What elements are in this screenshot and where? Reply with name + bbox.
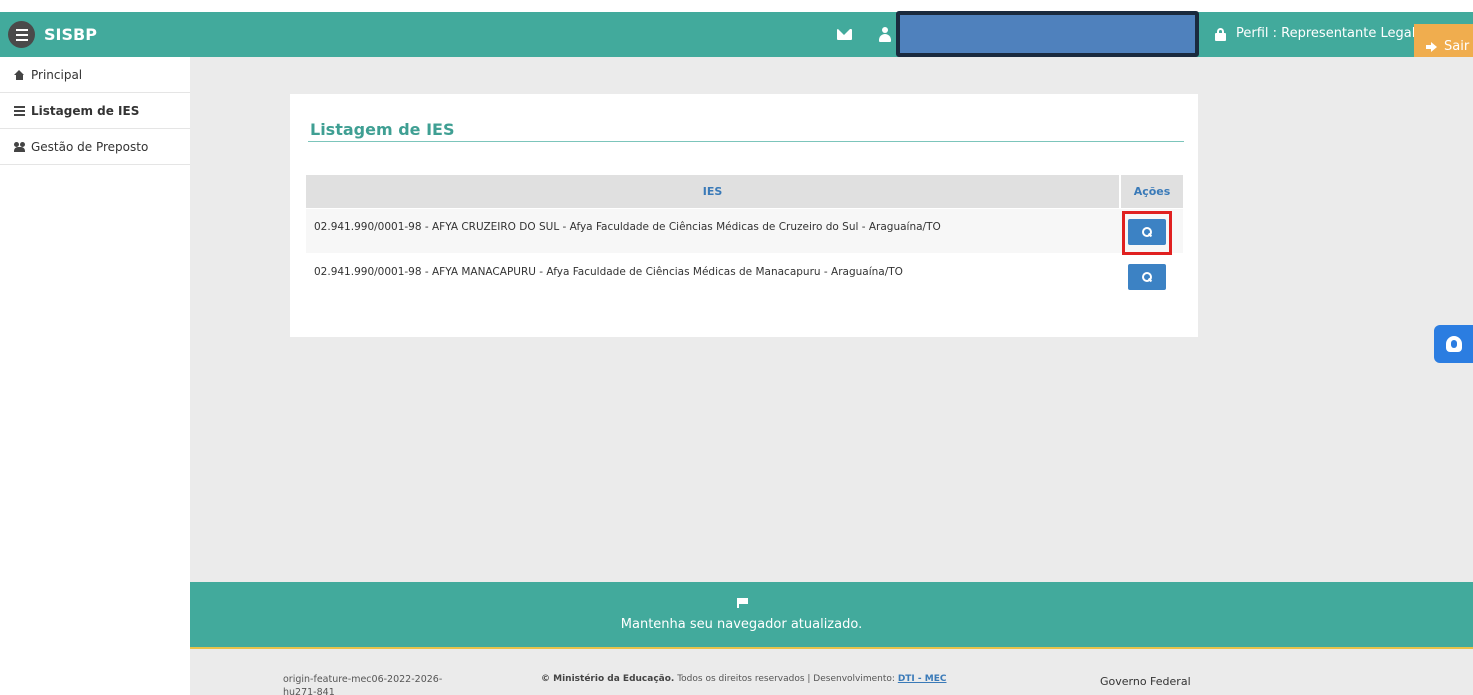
list-icon xyxy=(14,105,25,116)
user-name-redacted xyxy=(896,11,1199,57)
title-divider xyxy=(308,141,1184,142)
sidebar-item-label: Principal xyxy=(31,67,83,82)
sign-language-widget[interactable] xyxy=(1434,325,1473,363)
top-strip xyxy=(0,0,1473,12)
profile-label: Perfil : Representante Legal xyxy=(1236,26,1416,41)
top-navbar: SISBP Perfil : Representante Legal Sair xyxy=(0,12,1473,69)
browser-update-banner: Mantenha seu navegador atualizado. xyxy=(190,582,1473,649)
sidebar-item-gestao-de-preposto[interactable]: Gestão de Preposto xyxy=(0,129,190,165)
sidebar-item-label: Listagem de IES xyxy=(31,103,140,118)
home-icon xyxy=(14,69,25,80)
governo-federal-label: Governo Federal xyxy=(1100,675,1191,688)
lock-icon xyxy=(1215,28,1226,41)
copyright-org: © Ministério da Educação. xyxy=(541,674,675,684)
table-row: 02.941.990/0001-98 - AFYA MANACAPURU - A… xyxy=(306,254,1183,298)
search-icon xyxy=(1142,272,1152,282)
copyright: © Ministério da Educação. Todos os direi… xyxy=(541,674,946,684)
column-header-ies: IES xyxy=(306,175,1119,208)
hand-icon xyxy=(1445,336,1462,352)
sidebar-item-label: Gestão de Preposto xyxy=(31,139,149,154)
user-icon xyxy=(879,27,891,42)
page-title: Listagem de IES xyxy=(310,120,455,139)
envelope-icon[interactable] xyxy=(837,29,852,40)
ies-list-panel: Listagem de IES IES Ações 02.941.990/000… xyxy=(290,94,1198,337)
users-icon xyxy=(14,141,25,152)
flag-icon xyxy=(737,598,749,608)
brand-title[interactable]: SISBP xyxy=(44,25,97,44)
ies-name: 02.941.990/0001-98 - AFYA MANACAPURU - A… xyxy=(314,266,903,278)
ies-name: 02.941.990/0001-98 - AFYA CRUZEIRO DO SU… xyxy=(314,221,941,233)
copyright-text: Todos os direitos reservados | Desenvolv… xyxy=(674,674,898,684)
logout-label: Sair xyxy=(1444,39,1470,54)
table-row: 02.941.990/0001-98 - AFYA CRUZEIRO DO SU… xyxy=(306,209,1183,255)
browser-update-message: Mantenha seu navegador atualizado. xyxy=(620,617,863,632)
highlight-box xyxy=(1122,211,1172,255)
dti-mec-link[interactable]: DTI - MEC xyxy=(898,674,947,684)
main-content: Listagem de IES IES Ações 02.941.990/000… xyxy=(190,57,1473,582)
column-header-acoes: Ações xyxy=(1121,175,1183,208)
version-label: origin-feature-mec06-2022-2026-hu271-841 xyxy=(283,674,443,695)
menu-toggle-icon[interactable] xyxy=(8,21,35,48)
footer: origin-feature-mec06-2022-2026-hu271-841… xyxy=(190,649,1473,695)
view-ies-button[interactable] xyxy=(1128,264,1166,290)
sign-out-icon xyxy=(1426,41,1438,52)
sidebar-item-principal[interactable]: Principal xyxy=(0,57,190,93)
sidebar: Principal Listagem de IES Gestão de Prep… xyxy=(0,57,190,695)
sidebar-item-listagem-de-ies[interactable]: Listagem de IES xyxy=(0,93,190,129)
